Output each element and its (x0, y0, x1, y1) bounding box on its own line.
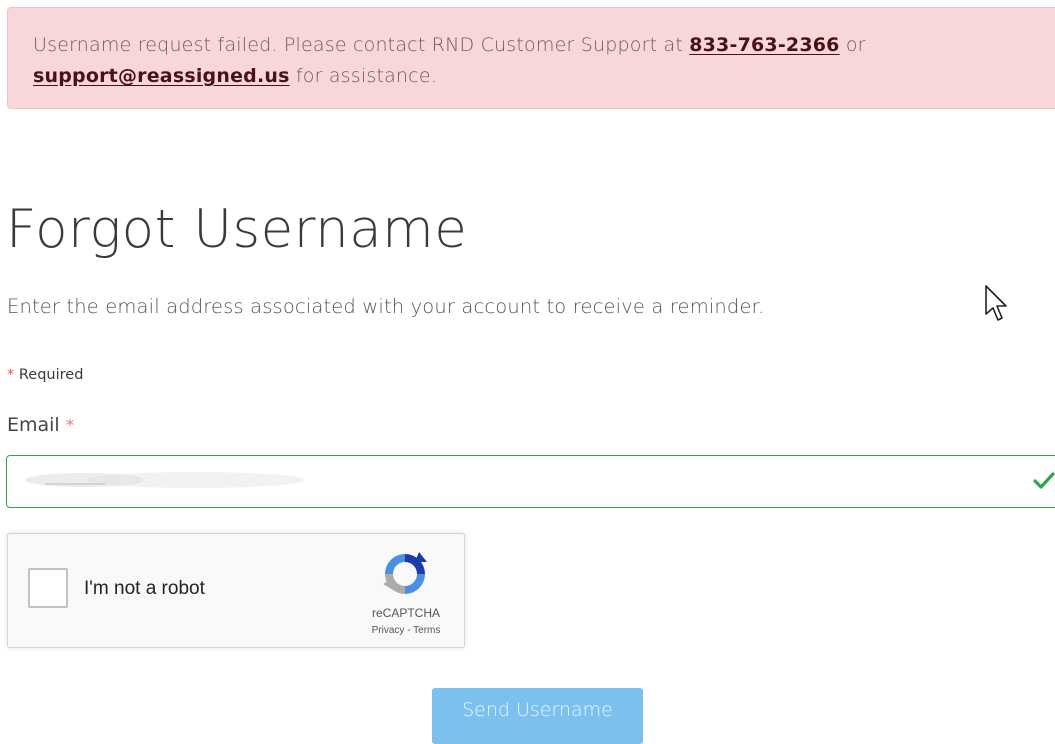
required-star: * (7, 367, 15, 383)
instructions-text: Enter the email address associated with … (7, 295, 765, 318)
email-label-text: Email (7, 414, 60, 436)
page-title: Forgot Username (6, 199, 468, 260)
recaptcha-checkbox[interactable] (28, 568, 68, 608)
email-field[interactable] (6, 455, 1055, 508)
alert-text-middle: or (839, 34, 866, 56)
recaptcha-brand: reCAPTCHA (371, 606, 440, 620)
recaptcha-widget: I'm not a robot reCAPTCHA Privacy - Term… (7, 533, 465, 648)
support-email-link[interactable]: support@reassigned.us (33, 65, 290, 87)
recaptcha-label: I'm not a robot (84, 578, 205, 599)
check-icon (1033, 472, 1055, 489)
email-required-star: * (65, 416, 75, 436)
recaptcha-logo-icon (383, 552, 427, 594)
error-alert: Username request failed. Please contact … (7, 7, 1055, 109)
email-label: Email * (7, 414, 74, 436)
required-note-label: Required (18, 367, 84, 383)
required-note: * Required (7, 367, 83, 383)
alert-text-before: Username request failed. Please contact … (33, 34, 690, 56)
recaptcha-links[interactable]: Privacy - Terms (364, 625, 448, 636)
alert-text-after: for assistance. (289, 65, 437, 87)
email-input[interactable] (7, 456, 1043, 506)
mouse-pointer-icon (985, 285, 1007, 321)
support-phone-link[interactable]: 833-763-2366 (689, 34, 839, 56)
